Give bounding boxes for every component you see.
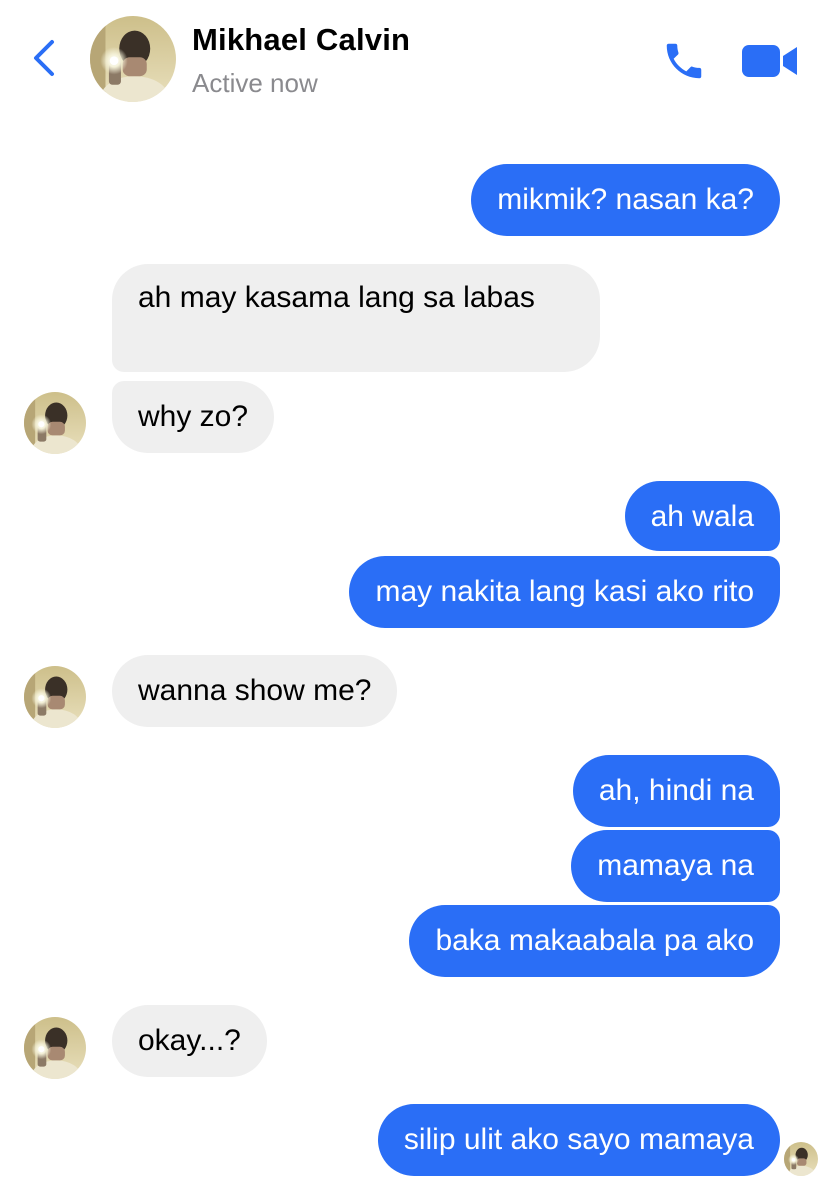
- sent-message-bubble[interactable]: mikmik? nasan ka?: [471, 164, 780, 236]
- sent-message-bubble[interactable]: silip ulit ako sayo mamaya: [377, 1104, 780, 1176]
- sent-message-bubble[interactable]: mamaya na: [571, 830, 780, 902]
- contact-avatar-small[interactable]: [24, 392, 86, 454]
- seen-receipt-avatar: [784, 1142, 818, 1176]
- phone-icon: [666, 43, 702, 79]
- received-message-bubble[interactable]: why zo?: [112, 381, 275, 453]
- sent-message-bubble[interactable]: may nakita lang kasi ako rito: [349, 556, 780, 628]
- contact-avatar-small[interactable]: [24, 1017, 86, 1079]
- received-message-bubble[interactable]: ah may kasama lang sa labas: [112, 264, 600, 372]
- contact-avatar[interactable]: [90, 16, 176, 102]
- sent-message-bubble[interactable]: ah wala: [624, 481, 780, 551]
- contact-avatar-small[interactable]: [24, 666, 86, 728]
- chevron-left-icon: [34, 40, 54, 76]
- received-message-bubble[interactable]: okay...?: [112, 1005, 267, 1077]
- video-call-button[interactable]: [740, 42, 800, 80]
- audio-call-button[interactable]: [660, 38, 708, 84]
- chat-header: Mikhael Calvin Active now: [0, 0, 832, 120]
- back-button[interactable]: [26, 36, 62, 80]
- received-message-bubble[interactable]: wanna show me?: [112, 655, 398, 727]
- sent-message-bubble[interactable]: baka makaabala pa ako: [409, 905, 780, 977]
- chat-screen: Mikhael Calvin Active now mikmik? nasan …: [0, 0, 832, 1200]
- sent-message-bubble[interactable]: ah, hindi na: [572, 755, 780, 827]
- active-status: Active now: [192, 68, 318, 98]
- contact-name[interactable]: Mikhael Calvin: [192, 22, 410, 58]
- video-camera-icon: [742, 45, 797, 77]
